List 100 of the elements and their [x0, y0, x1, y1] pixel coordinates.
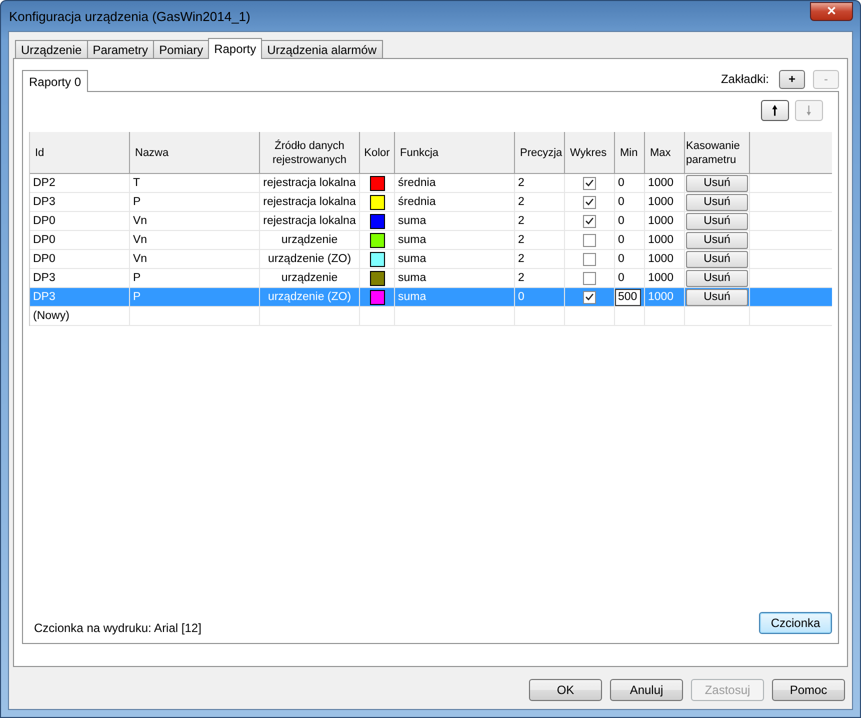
- chart-checkbox[interactable]: [583, 290, 596, 304]
- column-header[interactable]: Funkcja: [395, 132, 515, 173]
- table-cell: 0: [615, 212, 645, 230]
- table-cell: 2: [515, 193, 565, 211]
- min-input-field[interactable]: 500: [615, 288, 641, 306]
- table-cell: 0: [615, 193, 645, 211]
- delete-button[interactable]: Usuń: [686, 250, 748, 268]
- chart-checkbox[interactable]: [583, 176, 596, 190]
- chart-checkbox[interactable]: [583, 196, 596, 208]
- tab[interactable]: Pomiary: [153, 40, 210, 58]
- move-up-button[interactable]: 🠕: [761, 100, 789, 121]
- delete-button[interactable]: Usuń: [686, 288, 748, 306]
- table-cell: P: [130, 288, 260, 306]
- table-cell: suma: [395, 288, 515, 306]
- dialog-button[interactable]: Anuluj: [610, 679, 683, 701]
- table-cell: średnia: [395, 193, 515, 211]
- table-cell: Vn: [130, 250, 260, 268]
- column-header[interactable]: Precyzja: [515, 132, 565, 173]
- delete-button[interactable]: Usuń: [686, 270, 748, 286]
- table-cell: 0: [615, 231, 645, 249]
- font-button[interactable]: Czcionka: [759, 612, 832, 634]
- table-cell: DP0: [30, 250, 130, 268]
- table-cell: 2: [515, 231, 565, 249]
- color-swatch[interactable]: [370, 270, 384, 286]
- table-cell: 2: [515, 250, 565, 268]
- table-cell: 1000: [645, 193, 685, 211]
- color-swatch[interactable]: [370, 290, 384, 304]
- table-cell: rejestracja lokalna: [260, 212, 360, 230]
- table-cell: średnia: [395, 174, 515, 192]
- chart-checkbox[interactable]: [583, 252, 596, 266]
- table-cell: rejestracja lokalna: [260, 174, 360, 192]
- table-cell: urządzenie (ZO): [260, 288, 360, 306]
- table-cell: DP3: [30, 288, 130, 306]
- table-cell: 0: [515, 288, 565, 306]
- dialog-button[interactable]: OK: [529, 679, 602, 701]
- table-cell: 1000: [645, 269, 685, 287]
- table-cell: DP3: [30, 269, 130, 287]
- table-row[interactable]: DP3 P urządzenie (ZO) suma 0 500 1000 Usuń: [30, 288, 832, 307]
- table-cell: 0: [615, 250, 645, 268]
- table-row[interactable]: DP0 Vn rejestracja lokalna suma 2 0 1000 Usuń: [30, 212, 832, 231]
- table-cell: 1000: [645, 250, 685, 268]
- tab[interactable]: Parametry: [86, 40, 154, 58]
- tab[interactable]: Urządzenia alarmów: [261, 40, 382, 58]
- table-cell: P: [130, 193, 260, 211]
- color-swatch[interactable]: [370, 176, 384, 190]
- chart-checkbox[interactable]: [583, 214, 596, 228]
- column-header[interactable]: Źródło danych rejestrowanych: [260, 132, 360, 173]
- table-cell: T: [130, 174, 260, 192]
- table-cell: 2: [515, 212, 565, 230]
- color-swatch[interactable]: [370, 252, 384, 266]
- table-cell: urządzenie (ZO): [260, 250, 360, 268]
- table-cell[interactable]: (Nowy): [30, 307, 130, 325]
- table-cell: suma: [395, 250, 515, 268]
- table-cell: 0: [615, 269, 645, 287]
- table-cell: DP3: [30, 193, 130, 211]
- table-cell: Vn: [130, 212, 260, 230]
- table-cell: DP2: [30, 174, 130, 192]
- dialog-button[interactable]: Pomoc: [772, 679, 845, 701]
- table-cell: 0: [615, 174, 645, 192]
- column-header[interactable]: Max: [645, 132, 685, 173]
- column-header[interactable]: Nazwa: [130, 132, 260, 173]
- column-header[interactable]: Kasowanie parametru: [685, 132, 750, 173]
- column-header[interactable]: Min: [615, 132, 645, 173]
- delete-button[interactable]: Usuń: [686, 194, 748, 210]
- table-row[interactable]: DP3 P rejestracja lokalna średnia 2 0 1000 Usuń: [30, 193, 832, 212]
- chart-checkbox[interactable]: [583, 234, 596, 246]
- delete-button[interactable]: Usuń: [686, 232, 748, 248]
- table-cell: suma: [395, 269, 515, 287]
- column-header[interactable]: Wykres: [565, 132, 615, 173]
- delete-button[interactable]: Usuń: [686, 212, 748, 230]
- table-cell: Vn: [130, 231, 260, 249]
- table-cell: 1000: [645, 231, 685, 249]
- report-tab[interactable]: Raporty 0: [22, 70, 88, 92]
- tab[interactable]: Raporty: [208, 38, 262, 59]
- table-cell: 1000: [645, 288, 685, 306]
- color-swatch[interactable]: [370, 194, 384, 210]
- table-row[interactable]: DP0 Vn urządzenie suma 2 0 1000 Usuń: [30, 231, 832, 250]
- table-row[interactable]: DP2 T rejestracja lokalna średnia 2 0 1000 Usuń: [30, 174, 832, 193]
- bookmarks-label: Zakładki:: [720, 72, 769, 86]
- tab[interactable]: Urządzenie: [15, 40, 88, 58]
- table-cell: urządzenie: [260, 269, 360, 287]
- column-header[interactable]: Id: [30, 132, 130, 173]
- column-header[interactable]: Kolor: [360, 132, 395, 173]
- color-swatch[interactable]: [370, 232, 384, 248]
- delete-button[interactable]: Usuń: [686, 174, 748, 192]
- table-cell: DP0: [30, 212, 130, 230]
- table-cell: 1000: [645, 212, 685, 230]
- chart-checkbox[interactable]: [583, 272, 596, 284]
- table-cell: suma: [395, 212, 515, 230]
- add-button[interactable]: +: [779, 70, 805, 88]
- table-row[interactable]: DP0 Vn urządzenie (ZO) suma 2 0 1000 Usuń: [30, 250, 832, 269]
- table-cell: rejestracja lokalna: [260, 193, 360, 211]
- table-cell: P: [130, 269, 260, 287]
- table-cell: DP0: [30, 231, 130, 249]
- close-button[interactable]: ✕: [810, 2, 853, 20]
- color-swatch[interactable]: [370, 214, 384, 228]
- table-cell: urządzenie: [260, 231, 360, 249]
- font-info-text: Czcionka na wydruku: Arial [12]: [34, 621, 202, 635]
- table-cell: 2: [515, 174, 565, 192]
- table-cell: 1000: [645, 174, 685, 192]
